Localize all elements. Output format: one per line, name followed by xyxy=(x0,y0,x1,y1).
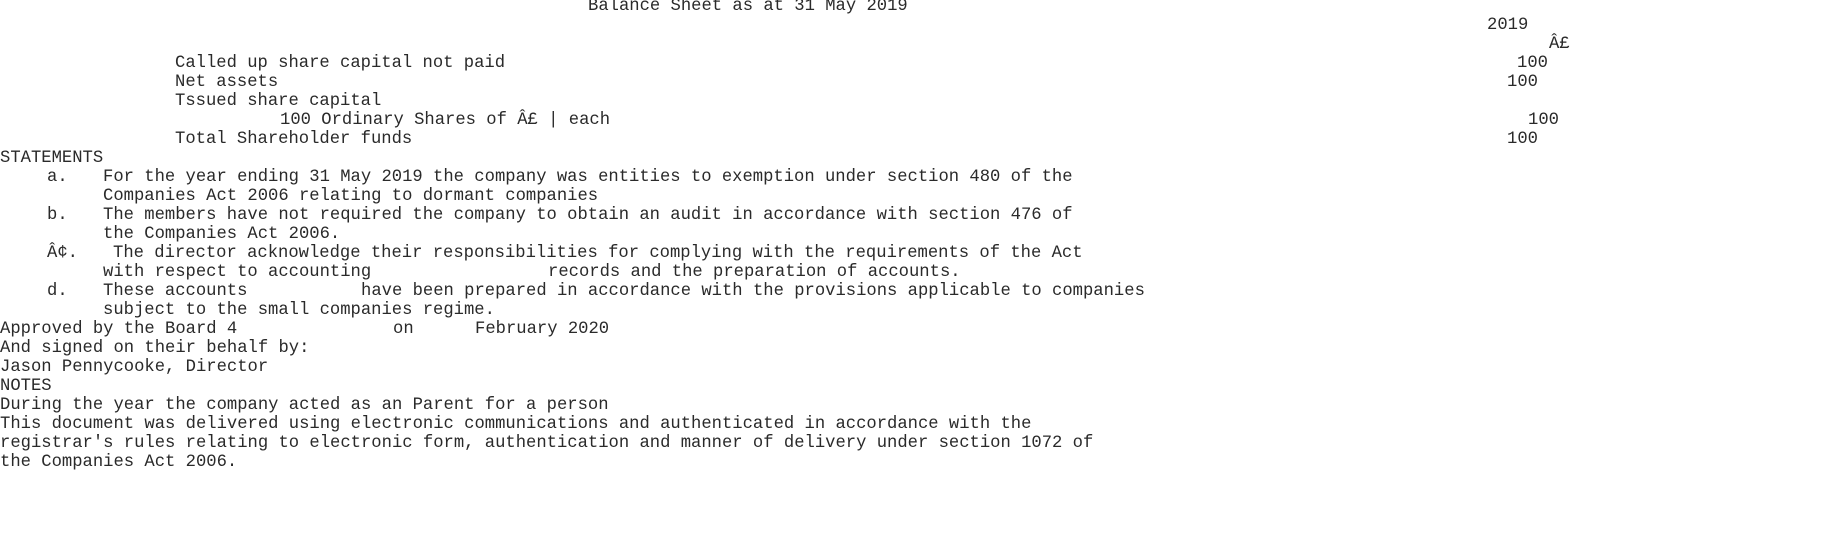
page-title: Balance Sheet as at 31 May 2019 xyxy=(588,0,908,16)
statement-marker: Â¢. xyxy=(47,244,78,263)
approval-text: Approved by the Board 4 xyxy=(0,320,238,339)
statement-text: with respect to accounting xyxy=(103,263,372,282)
row-label-total-funds: Total Shareholder funds xyxy=(175,130,413,149)
row-label-ordinary-shares: 100 Ordinary Shares of Â£ | each xyxy=(280,111,611,130)
note-line: registrar's rules relating to electronic… xyxy=(0,434,1094,453)
row-value-called-up: 100 xyxy=(1517,54,1548,73)
statements-heading: STATEMENTS xyxy=(0,149,104,168)
year-column-header: 2019 xyxy=(1487,16,1529,35)
statement-text: The director acknowledge their responsib… xyxy=(113,244,1083,263)
note-line: During the year the company acted as an … xyxy=(0,396,609,415)
statement-marker: b. xyxy=(47,206,68,225)
approval-date: February 2020 xyxy=(475,320,610,339)
statement-text: The members have not required the compan… xyxy=(103,206,1073,225)
statement-text: subject to the small companies regime. xyxy=(103,301,495,320)
row-value-net-assets: 100 xyxy=(1507,73,1538,92)
signatory: Jason Pennycooke, Director xyxy=(0,358,269,377)
statement-marker: d. xyxy=(47,282,68,301)
notes-heading: NOTES xyxy=(0,377,52,396)
approval-on: on xyxy=(393,320,414,339)
note-line: This document was delivered using electr… xyxy=(0,415,1032,434)
statement-text: records and the preparation of accounts. xyxy=(548,263,961,282)
note-line: the Companies Act 2006. xyxy=(0,453,238,472)
statement-text: These accounts xyxy=(103,282,248,301)
statement-text: the Companies Act 2006. xyxy=(103,225,341,244)
row-label-called-up: Called up share capital not paid xyxy=(175,54,506,73)
statement-text: For the year ending 31 May 2019 the comp… xyxy=(103,168,1073,187)
row-value-total-funds: 100 xyxy=(1507,130,1538,149)
statement-marker: a. xyxy=(47,168,68,187)
row-value-ordinary-shares: 100 xyxy=(1528,111,1559,130)
currency-header: Â£ xyxy=(1549,35,1570,54)
row-label-issued-capital: Tssued share capital xyxy=(175,92,382,111)
statement-text: have been prepared in accordance with th… xyxy=(361,282,1145,301)
statement-text: Companies Act 2006 relating to dormant c… xyxy=(103,187,599,206)
row-label-net-assets: Net assets xyxy=(175,73,279,92)
signed-text: And signed on their behalf by: xyxy=(0,339,310,358)
